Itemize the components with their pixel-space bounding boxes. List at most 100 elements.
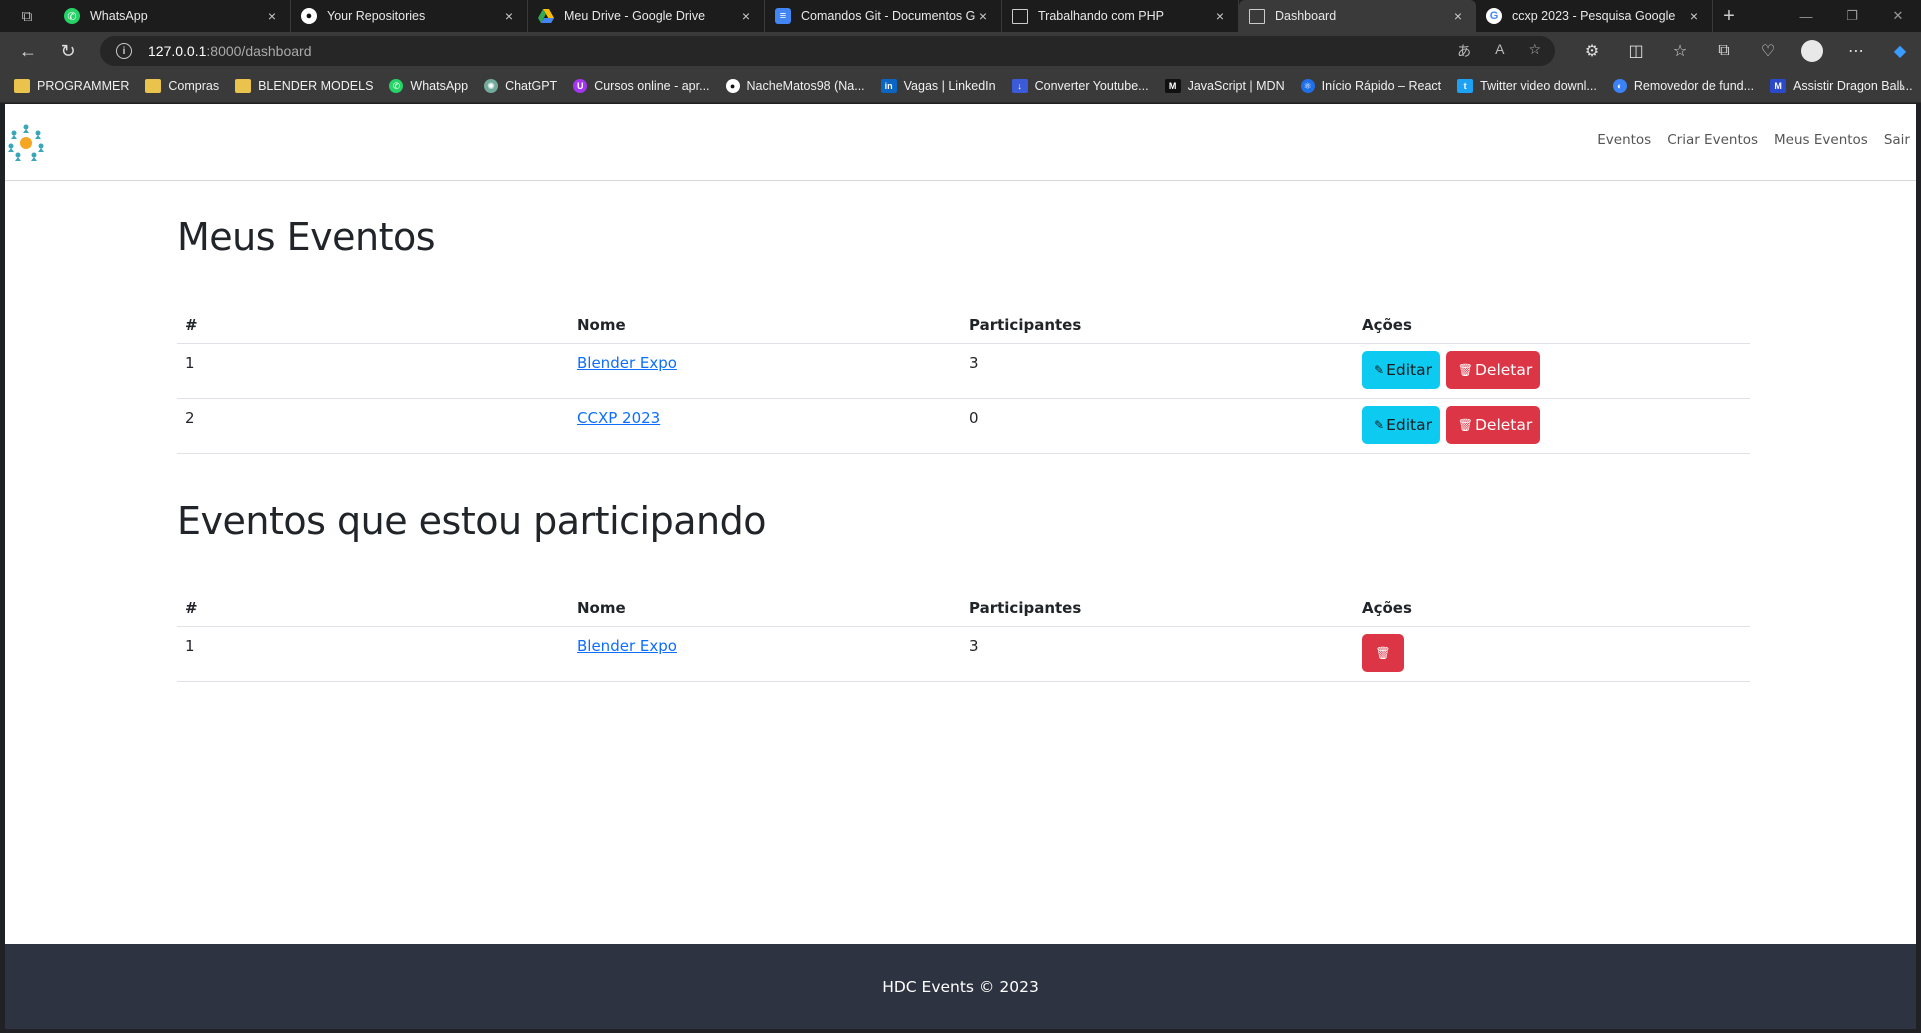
bookmark-removedor[interactable]: ◐ Removedor de fund...	[1612, 79, 1754, 93]
translate-icon[interactable]: あ	[1457, 41, 1471, 61]
folder-icon	[145, 79, 162, 93]
edit-button[interactable]: ✎ Editar	[1362, 405, 1440, 444]
hdc-events-logo-icon[interactable]	[7, 122, 45, 164]
edit-icon: ✎	[1374, 417, 1385, 432]
twitter-icon: t	[1457, 79, 1474, 93]
reload-button[interactable]: ↻	[48, 32, 88, 70]
extensions-icon[interactable]: ⚙	[1570, 41, 1614, 61]
tab-ccxp-pesquisa[interactable]: G ccxp 2023 - Pesquisa Google ×	[1476, 0, 1713, 32]
close-icon[interactable]: ×	[264, 8, 280, 24]
tab-trabalhando-php[interactable]: Trabalhando com PHP ×	[1002, 0, 1239, 32]
profile-avatar[interactable]	[1801, 40, 1823, 62]
event-link[interactable]: CCXP 2023	[577, 409, 660, 427]
split-screen-icon[interactable]: ◫	[1614, 41, 1658, 61]
bookmark-label: Vagas | LinkedIn	[903, 79, 996, 93]
github-icon: ●	[725, 79, 740, 93]
workspaces-icon[interactable]: ⧉	[0, 0, 54, 32]
bookmark-cursos-online[interactable]: U Cursos online - apr...	[573, 79, 710, 93]
favorite-star-icon[interactable]: ☆	[1528, 41, 1541, 61]
column-header-num: #	[177, 301, 569, 344]
minimize-icon[interactable]: —	[1783, 0, 1829, 32]
bookmark-label: Twitter video downl...	[1480, 79, 1597, 93]
folder-icon	[14, 79, 30, 93]
tab-whatsapp[interactable]: ✆ WhatsApp ×	[54, 0, 291, 32]
health-icon[interactable]: ♡	[1746, 41, 1790, 61]
tab-dashboard[interactable]: Dashboard ×	[1239, 0, 1476, 32]
close-icon[interactable]: ×	[975, 8, 991, 24]
tab-google-drive[interactable]: Meu Drive - Google Drive ×	[528, 0, 765, 32]
tab-your-repositories[interactable]: ● Your Repositories ×	[291, 0, 528, 32]
event-number: 1	[177, 343, 569, 399]
github-icon: ●	[301, 8, 317, 24]
bookmark-dragon-ball[interactable]: M Assistir Dragon Ball...	[1770, 79, 1913, 93]
close-window-icon[interactable]: ✕	[1875, 0, 1921, 32]
delete-button[interactable]: 🗑 Deletar	[1445, 350, 1541, 389]
react-icon: ⚛	[1300, 79, 1315, 93]
page-icon	[1249, 8, 1265, 24]
bookmark-label: BLENDER MODELS	[258, 79, 374, 93]
tab-label: Comandos Git - Documentos Go	[801, 9, 975, 23]
nav-link-sair[interactable]: Sair	[1884, 132, 1910, 148]
edit-button[interactable]: ✎ Editar	[1362, 350, 1440, 389]
nav-link-eventos[interactable]: Eventos	[1597, 132, 1651, 148]
bookmark-blender-models[interactable]: BLENDER MODELS	[235, 79, 373, 93]
event-actions: ✎ Editar 🗑 Deletar	[1354, 398, 1750, 454]
collections-icon[interactable]: ⧉	[1702, 42, 1746, 60]
bookmark-compras[interactable]: Compras	[145, 79, 219, 93]
restore-icon[interactable]: ❐	[1829, 0, 1875, 32]
bookmark-whatsapp[interactable]: ✆ WhatsApp	[389, 79, 468, 93]
chevron-right-icon[interactable]: ›	[1900, 78, 1905, 94]
site-header: Eventos Criar Eventos Meus Eventos Sair	[5, 104, 1916, 181]
nav-link-criar-eventos[interactable]: Criar Eventos	[1667, 132, 1758, 148]
bookmark-programmer[interactable]: PROGRAMMER	[14, 79, 129, 93]
close-icon[interactable]: ×	[1450, 8, 1466, 24]
my-events-title: Meus Eventos	[177, 215, 436, 259]
back-button[interactable]: ←	[8, 32, 48, 70]
event-link[interactable]: Blender Expo	[577, 637, 677, 655]
delete-button[interactable]: 🗑 Deletar	[1445, 405, 1541, 444]
tab-label: Your Repositories	[327, 9, 426, 23]
read-aloud-icon[interactable]: A	[1495, 41, 1504, 61]
nav-link-meus-eventos[interactable]: Meus Eventos	[1774, 132, 1868, 148]
url-path: :8000/dashboard	[206, 43, 312, 59]
close-icon[interactable]: ×	[1212, 8, 1228, 24]
tab-label: ccxp 2023 - Pesquisa Google	[1512, 9, 1676, 23]
table-header-row: # Nome Participantes Ações	[177, 301, 1750, 344]
new-tab-button[interactable]: +	[1713, 5, 1745, 28]
bookmark-linkedin[interactable]: in Vagas | LinkedIn	[880, 79, 996, 93]
event-participants: 3	[961, 626, 1354, 682]
page-icon	[1012, 8, 1028, 24]
more-options-icon[interactable]: ⋯	[1834, 41, 1878, 61]
favorites-icon[interactable]: ☆	[1658, 41, 1702, 61]
bookmark-converter-youtube[interactable]: ↓ Converter Youtube...	[1011, 79, 1149, 93]
edit-label: Editar	[1386, 360, 1432, 379]
event-link[interactable]: Blender Expo	[577, 354, 677, 372]
window-border-right	[1916, 104, 1921, 1033]
bookmark-twitter-video[interactable]: t Twitter video downl...	[1457, 79, 1597, 93]
mdn-icon: M	[1164, 79, 1181, 93]
window-border-bottom	[0, 1029, 1921, 1033]
copilot-icon[interactable]: ◆	[1878, 41, 1921, 61]
bookmark-github[interactable]: ● NacheMatos98 (Na...	[725, 79, 865, 93]
event-number: 2	[177, 398, 569, 454]
whatsapp-icon: ✆	[389, 79, 404, 93]
bookmark-label: Cursos online - apr...	[594, 79, 710, 93]
close-icon[interactable]: ×	[1686, 8, 1702, 24]
leave-event-button[interactable]: 🗑	[1362, 633, 1404, 672]
column-header-actions: Ações	[1354, 584, 1750, 627]
bookmark-label: Compras	[168, 79, 220, 93]
bookmark-mdn[interactable]: M JavaScript | MDN	[1164, 79, 1285, 93]
udemy-icon: U	[573, 79, 588, 93]
bookmark-react[interactable]: ⚛ Início Rápido – React	[1300, 79, 1441, 93]
event-actions: ✎ Editar 🗑 Deletar	[1354, 343, 1750, 399]
site-nav: Eventos Criar Eventos Meus Eventos Sair	[1597, 132, 1910, 148]
close-icon[interactable]: ×	[738, 8, 754, 24]
url-field[interactable]: i 127.0.0.1:8000/dashboard あ A ☆	[100, 36, 1555, 66]
tab-comandos-git[interactable]: ≡ Comandos Git - Documentos Go ×	[765, 0, 1002, 32]
site-info-icon[interactable]: i	[116, 43, 132, 59]
close-icon[interactable]: ×	[501, 8, 517, 24]
edit-label: Editar	[1386, 415, 1432, 434]
url-actions: あ A ☆	[1457, 41, 1541, 61]
bookmark-chatgpt[interactable]: ✺ ChatGPT	[484, 79, 557, 93]
tab-label: Dashboard	[1275, 9, 1337, 23]
